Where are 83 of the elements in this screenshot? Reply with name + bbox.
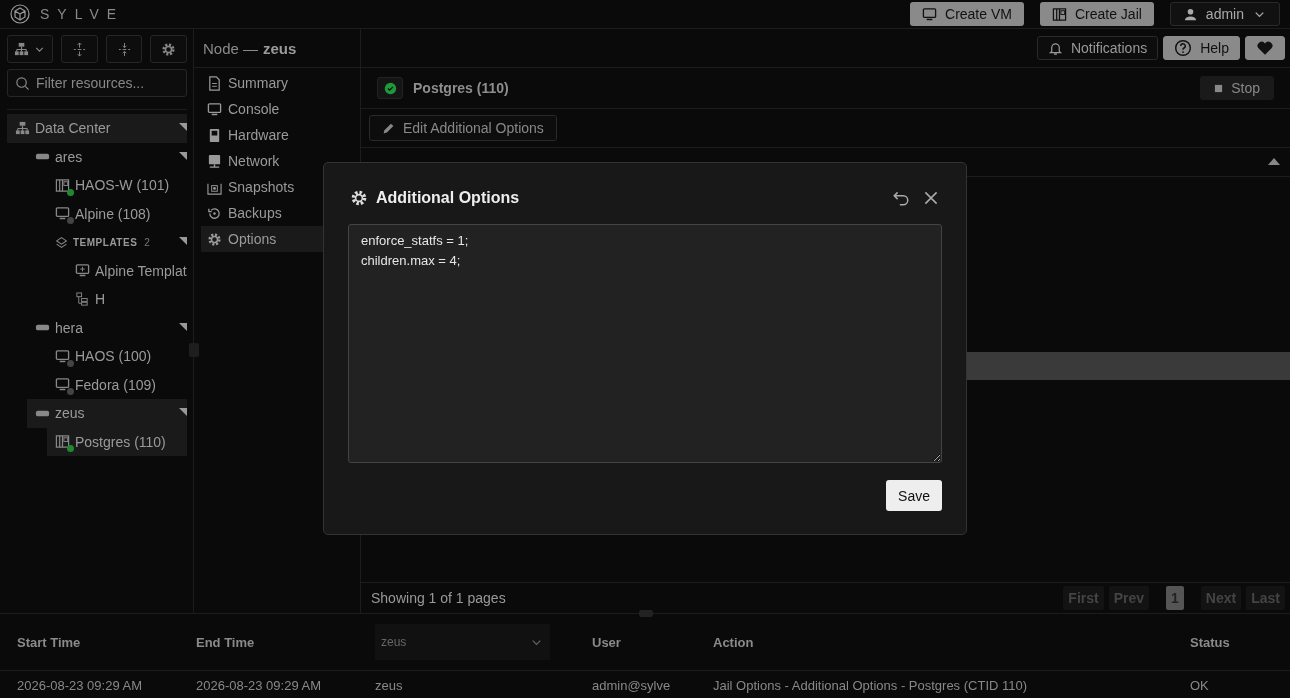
resize-handle[interactable] <box>639 610 653 617</box>
settings-icon <box>207 231 222 247</box>
page-info: Showing 1 of 1 pages <box>371 590 506 606</box>
table-cell: zeus <box>375 677 403 693</box>
nav-item[interactable]: Hardware <box>201 122 360 148</box>
panel-title: Postgres (110) <box>413 80 510 96</box>
save-button[interactable]: Save <box>886 480 942 511</box>
settings-button[interactable] <box>150 35 187 63</box>
tree-item[interactable]: Fedora (109) <box>47 370 187 399</box>
settings-icon <box>350 189 368 207</box>
cube-logo-icon <box>10 4 30 24</box>
monitor-icon <box>207 101 222 117</box>
tree-item[interactable]: ares <box>27 142 187 171</box>
node-title: Node — <box>203 39 259 57</box>
sort-icon <box>1268 158 1280 165</box>
count: 2 <box>144 236 151 248</box>
jail-icon <box>1051 6 1067 22</box>
user-menu[interactable]: admin <box>1169 2 1280 26</box>
table-cell: Jail Options - Additional Options - Postgres (CTID 110) <box>713 677 1028 693</box>
network-icon <box>207 153 222 169</box>
tree-item[interactable]: Data Center <box>7 114 187 143</box>
user-icon <box>1182 6 1198 22</box>
create-vm-button[interactable]: Create VM <box>910 2 1024 26</box>
monitor-plus-icon <box>75 263 90 279</box>
tree-view-button[interactable] <box>7 35 53 63</box>
restore-icon <box>207 205 222 221</box>
heart-icon <box>1256 39 1274 57</box>
table-cell: 2026-08-23 09:29 AM <box>17 677 143 693</box>
tree-item[interactable]: H <box>67 285 187 314</box>
table-cell: OK <box>1190 677 1209 693</box>
tree-item[interactable]: Alpine (108) <box>47 199 187 228</box>
jail-icon <box>55 434 70 450</box>
column-header: Status <box>1190 634 1230 650</box>
notifications-button[interactable]: Notifications <box>1036 36 1159 60</box>
nav-item[interactable]: Backups <box>201 200 360 226</box>
column-header: Action <box>713 634 754 650</box>
jail-icon <box>55 177 70 193</box>
hierarchy-icon <box>14 41 29 57</box>
help-icon <box>1174 39 1193 57</box>
help-button[interactable]: Help <box>1163 36 1240 60</box>
filter-field[interactable]: Filter resources... <box>7 69 187 97</box>
edit-options-button[interactable]: Edit Additional Options <box>369 115 557 141</box>
tree-item[interactable]: Alpine Templat <box>67 256 187 285</box>
hierarchy-icon <box>15 120 30 136</box>
monitor-icon <box>55 206 70 222</box>
nav-item[interactable]: Snapshots <box>201 174 360 200</box>
nav-item[interactable]: Summary <box>201 70 360 96</box>
blocks-icon <box>75 291 90 307</box>
options-text-area[interactable]: enforce_statfs = 1; children.max = 4; <box>348 224 942 463</box>
column-header: Start Time <box>17 634 81 650</box>
nav-item[interactable]: Console <box>201 96 360 122</box>
tree-item[interactable]: HAOS-W (101) <box>47 171 187 200</box>
tree-item[interactable]: hera <box>27 313 187 342</box>
monitor-icon <box>55 348 70 364</box>
tree-item[interactable]: zeus <box>27 399 187 428</box>
monitor-icon <box>55 377 70 393</box>
stop-icon <box>1214 83 1224 93</box>
expand-icon <box>71 41 87 57</box>
close-icon <box>922 189 940 207</box>
tree-item[interactable]: Postgres (110) <box>47 427 187 456</box>
brand-name: SYLVE <box>40 6 125 22</box>
hardware-icon <box>207 127 222 143</box>
monitor-icon <box>922 6 937 22</box>
dialog-title: Additional Options <box>376 189 521 207</box>
layers-icon <box>55 235 68 249</box>
tree-item[interactable]: HAOS (100) <box>47 342 187 371</box>
stop-button[interactable]: Stop <box>1200 76 1274 100</box>
column-header: End Time <box>196 634 255 650</box>
nav-item[interactable]: Network <box>201 148 360 174</box>
collapse-icon <box>116 41 132 57</box>
node-name: zeus <box>263 39 297 57</box>
column-header: User <box>592 634 621 650</box>
document-icon <box>207 75 222 91</box>
undo-icon <box>892 189 910 207</box>
pencil-icon <box>382 121 395 135</box>
tree-group[interactable]: TEMPLATES 2 <box>47 228 187 257</box>
table-cell: 2026-08-23 09:29 AM <box>196 677 322 693</box>
bell-icon <box>1047 40 1063 56</box>
check-circle-icon <box>383 81 397 95</box>
create-jail-button[interactable]: Create Jail <box>1039 2 1154 26</box>
sponsor-button[interactable] <box>1245 36 1285 60</box>
settings-icon <box>161 41 177 57</box>
table-cell: admin@sylve <box>592 677 671 693</box>
